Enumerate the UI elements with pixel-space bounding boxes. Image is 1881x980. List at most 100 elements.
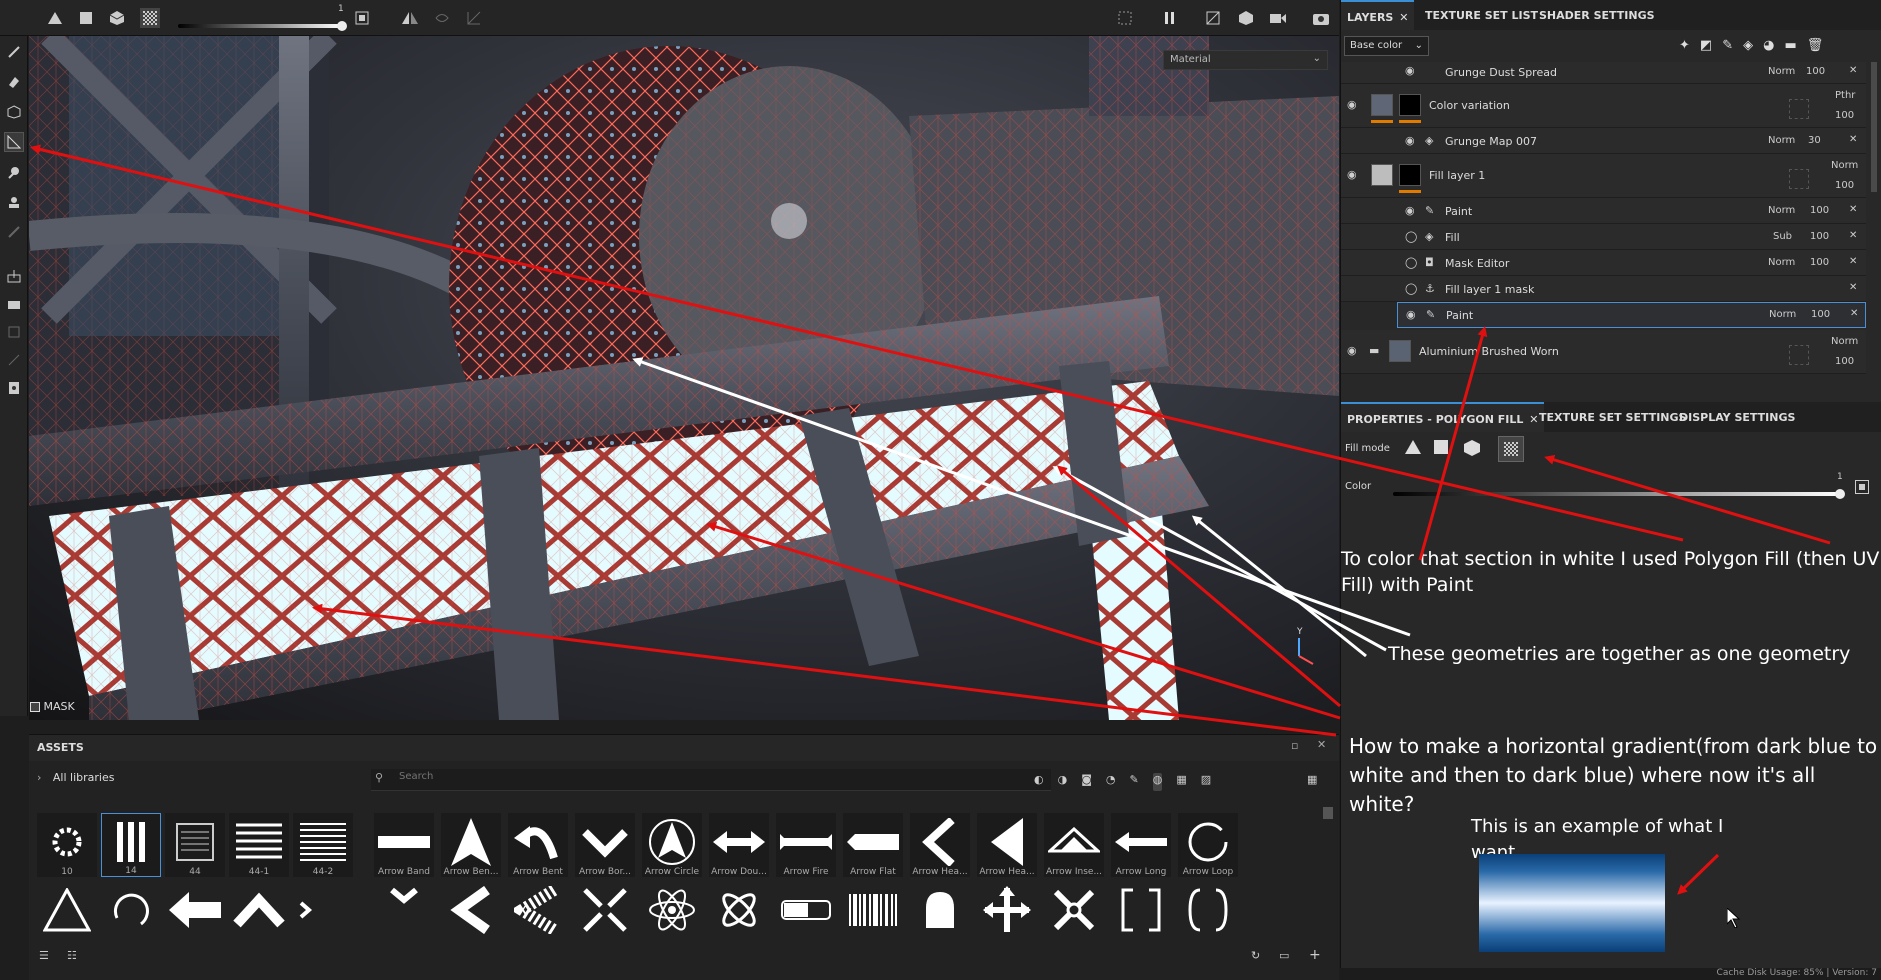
screenshot-icon[interactable] bbox=[1311, 8, 1331, 28]
projection-icon[interactable] bbox=[4, 102, 24, 122]
new-folder-icon[interactable]: ▭ bbox=[1279, 949, 1289, 962]
cube-icon[interactable] bbox=[107, 8, 127, 28]
chevrons-right-icon[interactable] bbox=[293, 885, 353, 935]
close-icon[interactable]: ✕ bbox=[1849, 204, 1857, 215]
asset-thumb[interactable]: Arrow Bor... bbox=[575, 813, 635, 877]
tree-view-icon[interactable]: ☷ bbox=[67, 949, 77, 962]
asset-thumb[interactable]: Arrow Long bbox=[1111, 813, 1171, 877]
add-paint-layer-icon[interactable]: ✎ bbox=[1722, 38, 1733, 56]
layer-row[interactable]: ◉ ✎ Paint Norm 100 ✕ bbox=[1341, 198, 1866, 224]
atom-icon[interactable] bbox=[642, 885, 702, 935]
eye-icon[interactable]: ◉ bbox=[1347, 168, 1363, 181]
layer-row[interactable]: ◯ ◘ Mask Editor Norm 100 ✕ bbox=[1341, 250, 1866, 276]
generator-filter-icon[interactable]: ◔ bbox=[1106, 773, 1116, 791]
close-icon[interactable]: ✕ bbox=[1849, 65, 1857, 76]
asset-thumb[interactable]: Arrow Flat bbox=[843, 813, 903, 877]
bracket-right-icon[interactable] bbox=[1178, 885, 1238, 935]
layer-row[interactable]: ◯ ◈ Fill Sub 100 ✕ bbox=[1341, 224, 1866, 250]
mask-filter-icon[interactable]: ◙ bbox=[1081, 773, 1092, 791]
opacity[interactable]: 100 bbox=[1810, 205, 1829, 216]
grid-view-icon[interactable]: ▦ bbox=[1307, 773, 1317, 786]
2d-view-icon[interactable] bbox=[1203, 8, 1223, 28]
pause-icon[interactable] bbox=[1160, 8, 1180, 28]
visibility-off-icon[interactable] bbox=[432, 8, 452, 28]
close-icon[interactable]: ✕ bbox=[1849, 282, 1857, 293]
eye-icon[interactable]: ◯ bbox=[1405, 230, 1421, 243]
smart-material-filter-icon[interactable]: ◑ bbox=[1058, 773, 1068, 791]
triangle-outline-icon[interactable] bbox=[37, 885, 97, 935]
blend-mode[interactable]: Norm bbox=[1768, 257, 1795, 268]
opacity[interactable]: 100 bbox=[1806, 66, 1825, 77]
expand-arrows-icon[interactable] bbox=[1044, 885, 1104, 935]
symmetry-icon[interactable] bbox=[400, 8, 420, 28]
opacity[interactable]: 100 bbox=[1835, 180, 1854, 191]
blend-mode[interactable]: Norm bbox=[1831, 336, 1858, 347]
brush-filter-icon[interactable]: ✎ bbox=[1130, 773, 1139, 791]
layer-row[interactable]: ◉ Color variation Pthr 100 bbox=[1341, 84, 1866, 128]
layer-row[interactable]: ◉ Grunge Dust Spread Norm 100 ✕ bbox=[1341, 62, 1866, 84]
tab-properties-polygon-fill[interactable]: PROPERTIES - POLYGON FILL ✕ bbox=[1341, 402, 1545, 432]
channel-select[interactable]: Base color ⌄ bbox=[1344, 36, 1429, 56]
3d-viewport[interactable]: Y bbox=[29, 36, 1339, 720]
close-icon[interactable]: ✕ bbox=[1849, 230, 1857, 241]
alpha-filter-icon[interactable]: ◍ bbox=[1152, 773, 1163, 791]
color-picker-icon[interactable] bbox=[352, 8, 372, 28]
tab-display-settings[interactable]: DISPLAY SETTINGS bbox=[1673, 402, 1801, 432]
tab-shader-settings[interactable]: SHADER SETTINGS bbox=[1533, 0, 1661, 30]
close-icon[interactable]: ✕ bbox=[1317, 738, 1326, 751]
asset-search[interactable]: ⚲ bbox=[371, 769, 1051, 791]
opacity[interactable]: 100 bbox=[1811, 309, 1830, 320]
opacity[interactable]: 100 bbox=[1835, 356, 1854, 367]
color-picker-tool-icon[interactable] bbox=[4, 222, 24, 242]
resize-icon[interactable] bbox=[4, 350, 24, 370]
refresh-icon[interactable]: ↻ bbox=[1251, 949, 1260, 962]
wireframe-toggle-icon[interactable] bbox=[1115, 8, 1135, 28]
environment-filter-icon[interactable]: ▨ bbox=[1201, 773, 1211, 791]
slider-knob[interactable] bbox=[337, 21, 347, 31]
eye-icon[interactable]: ◉ bbox=[1347, 344, 1363, 357]
clone-stamp-icon[interactable] bbox=[4, 192, 24, 212]
asset-thumb[interactable]: Arrow Hea... bbox=[910, 813, 970, 877]
value-slider[interactable] bbox=[178, 24, 342, 28]
blend-mode[interactable]: Norm bbox=[1831, 160, 1858, 171]
circular-arrow-icon[interactable] bbox=[101, 885, 161, 935]
eye-icon[interactable]: ◉ bbox=[1406, 308, 1422, 321]
layer-row-selected[interactable]: ◉ ✎ Paint Norm 100 ✕ bbox=[1397, 302, 1866, 328]
barcode-icon[interactable] bbox=[843, 885, 903, 935]
chevron-up-icon[interactable] bbox=[229, 885, 289, 935]
list-view-icon[interactable]: ☰ bbox=[39, 949, 49, 962]
move-arrows-icon[interactable] bbox=[977, 885, 1037, 935]
quad-fill-mode-icon[interactable] bbox=[1434, 440, 1454, 460]
asset-thumb[interactable]: 14 bbox=[101, 813, 161, 877]
battery-icon[interactable] bbox=[776, 885, 836, 935]
transform-icon[interactable] bbox=[464, 8, 484, 28]
add-effect-icon[interactable]: ✦ bbox=[1679, 38, 1690, 56]
asset-thumb[interactable]: Arrow Circle bbox=[642, 813, 702, 877]
eye-icon[interactable]: ◉ bbox=[1405, 134, 1421, 147]
eye-icon[interactable]: ◯ bbox=[1405, 282, 1421, 295]
color-slider-knob[interactable] bbox=[1835, 489, 1845, 499]
asset-thumb[interactable]: Arrow Fire bbox=[776, 813, 836, 877]
3d-view-icon[interactable] bbox=[1236, 8, 1256, 28]
eraser-icon[interactable] bbox=[4, 72, 24, 92]
display-icon[interactable] bbox=[4, 322, 24, 342]
blend-mode[interactable]: Sub bbox=[1773, 231, 1792, 242]
hatch-chevron-icon[interactable] bbox=[508, 885, 568, 935]
asset-thumb[interactable]: Arrow Inse... bbox=[1044, 813, 1104, 877]
layers-scrollbar[interactable] bbox=[1871, 62, 1877, 192]
triangle-fill-icon[interactable] bbox=[45, 8, 65, 28]
search-input[interactable] bbox=[399, 771, 699, 782]
log-icon[interactable] bbox=[4, 378, 24, 398]
triangle-fill-mode-icon[interactable] bbox=[1405, 440, 1425, 460]
opacity[interactable]: 100 bbox=[1835, 110, 1854, 121]
blend-mode[interactable]: Norm bbox=[1768, 66, 1795, 77]
asset-thumb[interactable]: 44 bbox=[165, 813, 225, 877]
eye-icon[interactable]: ◉ bbox=[1405, 204, 1421, 217]
bell-icon[interactable] bbox=[910, 885, 970, 935]
asset-thumb[interactable]: Arrow Loop bbox=[1178, 813, 1238, 877]
asset-thumb[interactable]: Arrow Bent bbox=[508, 813, 568, 877]
add-icon[interactable]: + bbox=[1309, 947, 1321, 963]
layer-row[interactable]: ◯ ⚓ Fill layer 1 mask ✕ bbox=[1341, 276, 1866, 302]
object-fill-mode-icon[interactable] bbox=[1464, 440, 1484, 460]
close-icon[interactable]: ✕ bbox=[1849, 256, 1857, 267]
